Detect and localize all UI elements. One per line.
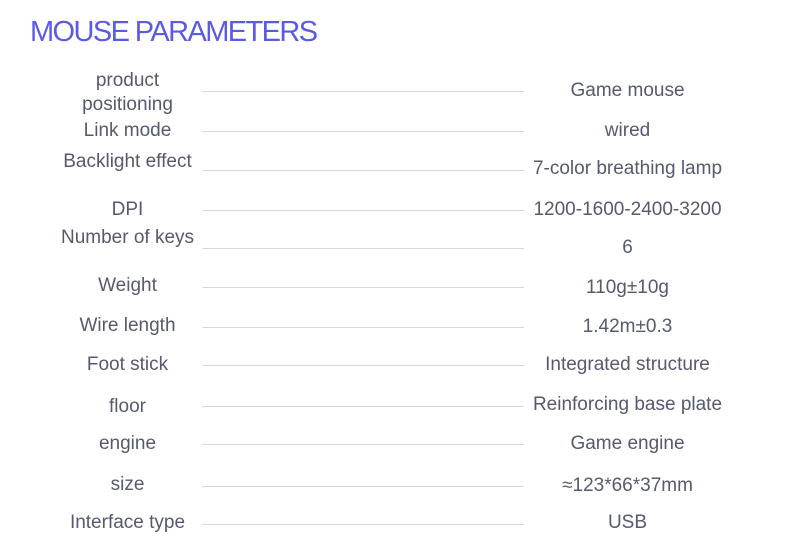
param-value-interface-type: USB xyxy=(607,512,648,533)
divider-line xyxy=(202,524,524,525)
page-title: MOUSE PARAMETERS xyxy=(30,16,318,48)
divider-line xyxy=(202,170,524,171)
param-value-floor: Reinforcing base plate xyxy=(532,394,723,415)
param-label-engine: engine xyxy=(98,433,157,454)
divider-line xyxy=(202,210,524,211)
param-label-floor: floor xyxy=(109,396,146,417)
param-value-backlight-effect: 7-color breathing lamp xyxy=(532,158,723,179)
param-label-product-positioning: product positioning xyxy=(82,70,173,115)
param-value-weight: 110g±10g xyxy=(586,277,669,298)
param-label-number-of-keys: Number of keys xyxy=(60,227,195,248)
param-value-foot-stick: Integrated structure xyxy=(545,354,710,375)
param-label-interface-type: Interface type xyxy=(69,512,186,533)
param-value-dpi: 1200-1600-2400-3200 xyxy=(533,199,722,220)
param-label-size: size xyxy=(110,474,145,495)
param-label-dpi: DPI xyxy=(111,199,144,220)
param-label-wire-length: Wire length xyxy=(79,315,176,336)
divider-line xyxy=(202,131,524,132)
divider-line xyxy=(202,365,524,366)
param-value-product-positioning: Game mouse xyxy=(570,80,685,101)
param-value-engine: Game engine xyxy=(570,433,685,454)
param-value-size: ≈123*66*37mm xyxy=(562,475,693,496)
param-value-wire-length: 1.42m±0.3 xyxy=(582,316,673,337)
param-label-foot-stick: Foot stick xyxy=(86,354,169,375)
divider-line xyxy=(202,287,524,288)
divider-line xyxy=(202,248,524,249)
divider-line xyxy=(202,444,524,445)
param-label-link-mode: Link mode xyxy=(83,120,172,141)
param-value-number-of-keys: 6 xyxy=(622,237,633,258)
divider-line xyxy=(202,327,524,328)
param-label-weight: Weight xyxy=(98,275,157,296)
divider-line xyxy=(202,406,524,407)
divider-line xyxy=(202,91,524,92)
param-label-backlight-effect: Backlight effect xyxy=(63,151,192,172)
divider-line xyxy=(202,486,524,487)
param-value-link-mode: wired xyxy=(604,120,651,141)
